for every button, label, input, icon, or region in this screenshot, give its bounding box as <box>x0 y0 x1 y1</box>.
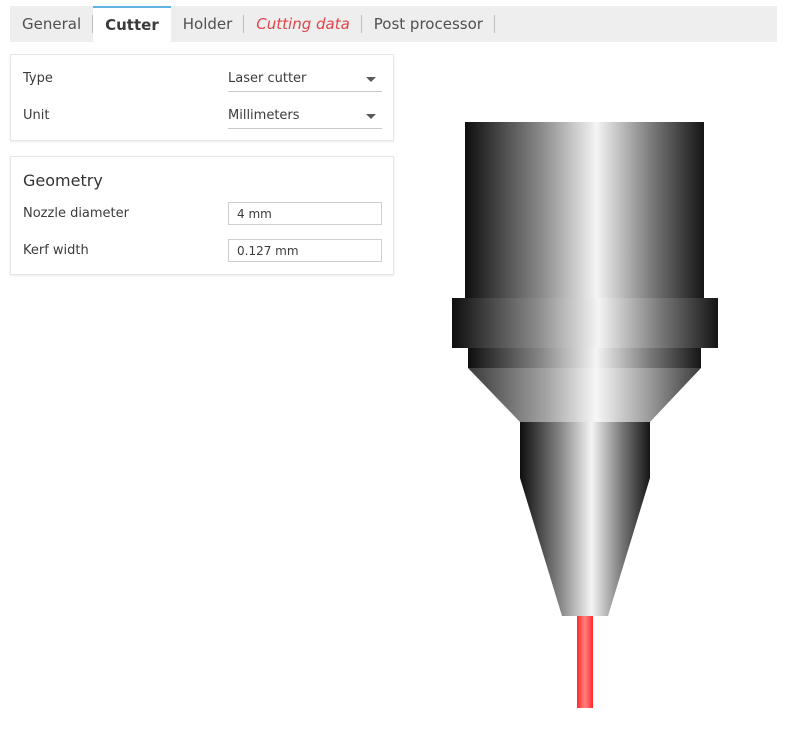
tab-cutting-data[interactable]: Cutting data <box>244 6 362 42</box>
type-value: Laser cutter <box>228 71 307 86</box>
nozzle-row: Nozzle diameter <box>11 202 393 226</box>
nozzle-diameter-input[interactable] <box>228 202 382 225</box>
laser-nozzle-preview <box>440 110 740 720</box>
kerf-width-label: Kerf width <box>23 243 89 258</box>
geometry-title: Geometry <box>23 171 103 190</box>
geometry-panel: Geometry Nozzle diameter Kerf width <box>10 156 394 275</box>
kerf-width-input[interactable] <box>228 239 382 262</box>
caret-down-icon <box>366 77 376 82</box>
unit-select[interactable]: Millimeters <box>228 104 382 129</box>
type-label: Type <box>23 71 53 86</box>
unit-row: Unit Millimeters <box>11 104 393 129</box>
tab-bar: General Cutter Holder Cutting data Post … <box>10 6 777 42</box>
tab-cutter[interactable]: Cutter <box>93 6 171 42</box>
kerf-row: Kerf width <box>11 239 393 263</box>
tab-post-processor[interactable]: Post processor <box>362 6 496 42</box>
nozzle-diameter-label: Nozzle diameter <box>23 206 129 221</box>
nozzle-body <box>452 122 718 616</box>
type-select[interactable]: Laser cutter <box>228 67 382 92</box>
type-row: Type Laser cutter <box>11 67 393 92</box>
tab-holder[interactable]: Holder <box>171 6 245 42</box>
unit-label: Unit <box>23 108 50 123</box>
cutter-type-panel: Type Laser cutter Unit Millimeters <box>10 54 394 141</box>
unit-value: Millimeters <box>228 108 300 123</box>
tab-general[interactable]: General <box>10 6 94 42</box>
laser-beam <box>577 616 593 708</box>
caret-down-icon <box>366 114 376 119</box>
laser-nozzle-illustration <box>452 122 718 708</box>
